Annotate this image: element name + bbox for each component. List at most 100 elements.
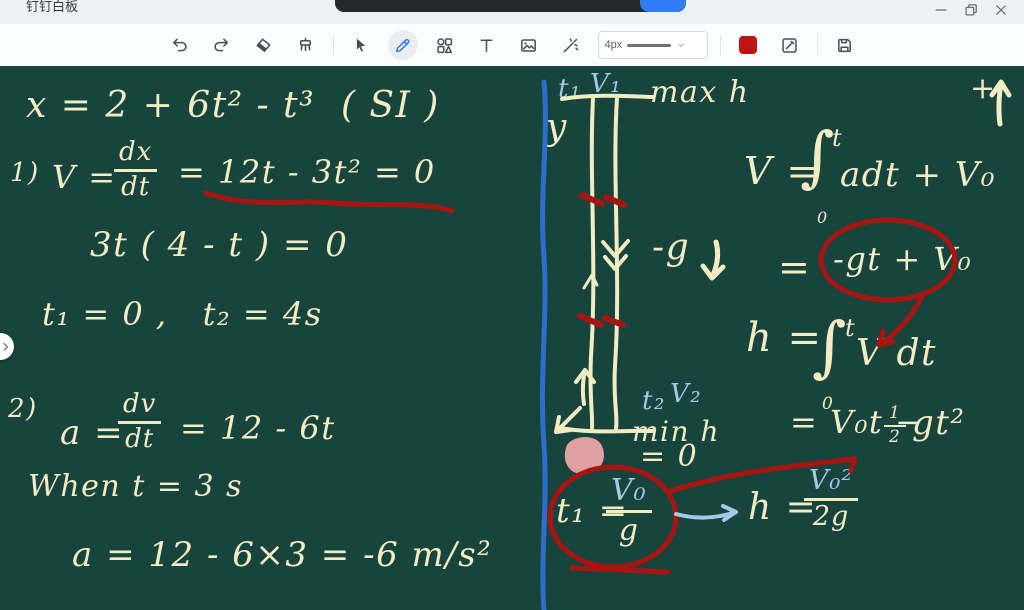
whiteboard-canvas[interactable]: x = 2 + 6t² - t³ ( SI ) 1) V = = 12t - 3t² … <box>0 66 1024 610</box>
label-part-2: 2) <box>8 396 38 422</box>
stroke-size-dropdown[interactable]: 4px <box>598 31 708 59</box>
window-controls <box>932 1 1010 19</box>
diagram-right-line <box>615 98 618 428</box>
eq-v-result-equals: = <box>778 248 811 286</box>
annotate-button[interactable] <box>775 30 805 60</box>
implies-arrow <box>676 506 736 520</box>
integral-upper-1: t <box>832 126 843 150</box>
save-icon <box>839 39 850 51</box>
pen-button[interactable] <box>388 30 418 60</box>
chevron-right-icon <box>0 340 12 353</box>
select-button[interactable] <box>346 30 376 60</box>
corner-down-left-arrow <box>556 408 580 432</box>
restore-icon <box>962 1 980 19</box>
red-underline-t1-eq <box>572 568 668 572</box>
redo-button[interactable] <box>207 30 237 60</box>
frac-v0sq-over-2g: V₀²2g <box>804 466 858 532</box>
text-button[interactable] <box>472 30 502 60</box>
image-button[interactable] <box>514 30 544 60</box>
laser-pointer-icon <box>564 39 577 52</box>
integral-lower-1: 0 <box>817 210 829 226</box>
label-equals-zero: = 0 <box>640 442 698 472</box>
label-max-h: max h <box>650 78 750 108</box>
stroke-size-value: 4px <box>605 39 623 51</box>
frac-v0-over-g: V₀g <box>606 474 652 547</box>
pen-icon <box>397 39 409 51</box>
save-button[interactable] <box>830 30 860 60</box>
vertical-axis-blue-line <box>542 82 545 610</box>
laser-pointer-button[interactable] <box>556 30 586 60</box>
eraser-icon <box>257 39 269 51</box>
label-t2: t₂ <box>642 388 666 414</box>
eq-accel-value: a = 12 - 6×3 = -6 m/s² <box>72 538 492 572</box>
underline-velocity-eq <box>206 193 452 211</box>
down-chevron-2 <box>605 256 626 269</box>
shapes-button[interactable] <box>430 30 460 60</box>
image-icon <box>522 39 535 50</box>
window-title: 钉钉白板 <box>26 0 78 16</box>
color-swatch-button[interactable] <box>733 30 763 60</box>
integral-upper-2: t <box>845 316 856 340</box>
red-tick-2-right <box>605 318 623 325</box>
text-icon <box>481 40 491 51</box>
stroke-preview-line <box>627 44 671 47</box>
eq-v-result: -gt + V₀ <box>833 243 972 275</box>
close-button[interactable] <box>992 1 1010 19</box>
clear-board-button[interactable] <box>291 30 321 60</box>
cursor-icon <box>357 38 365 51</box>
eq-position: x = 2 + 6t² - t³ ( SI ) <box>26 88 440 124</box>
caret-down-icon <box>676 40 686 50</box>
pink-blob <box>565 437 604 474</box>
share-bar-button[interactable] <box>640 0 686 12</box>
eq-velocity-lhs: V = <box>52 161 117 193</box>
red-tick-1-left <box>582 195 602 204</box>
eq-accel-rhs: = 12 - 6t <box>180 412 336 444</box>
label-t1: t₁ <box>558 76 582 102</box>
screen-share-bar <box>335 0 686 12</box>
panel-expand-button[interactable] <box>0 333 14 360</box>
shapes-icon <box>438 39 451 52</box>
eq-velocity-rhs: = 12t - 3t² = 0 <box>178 156 436 188</box>
eq-h-expanded-tail: gt² <box>912 406 966 440</box>
toolbar-divider <box>720 35 721 55</box>
clear-board-icon <box>301 38 311 50</box>
up-arrow <box>576 370 594 404</box>
frac-dx-dt: dxdt <box>114 138 157 202</box>
annotate-icon <box>783 39 796 52</box>
integral-sign-1: ∫ <box>800 124 836 190</box>
toolbar-divider <box>333 35 334 55</box>
label-minus-g: -g <box>652 230 690 266</box>
toolbar: 4px <box>0 24 1024 66</box>
label-part-1: 1) <box>10 160 40 186</box>
frac-dv-dt: dvdt <box>118 390 161 454</box>
label-y-axis: y <box>546 110 568 146</box>
integral-sign-2: ∫ <box>812 314 848 380</box>
left-line-caret <box>584 275 597 288</box>
red-tick-1-right <box>606 197 624 205</box>
eq-roots: t₁ = 0 , t₂ = 4s <box>42 298 323 330</box>
gravity-down-arrow <box>703 242 723 278</box>
minimize-icon <box>932 1 950 19</box>
down-chevron-1 <box>603 241 628 256</box>
label-plus-axis: + <box>970 74 997 104</box>
undo-button[interactable] <box>165 30 195 60</box>
red-tick-2-left <box>580 316 601 325</box>
eq-accel-lhs: a = <box>60 416 124 450</box>
label-v1: V₁ <box>590 71 622 97</box>
eq-when: When t = 3 s <box>28 472 243 502</box>
redo-icon <box>215 39 227 50</box>
toolbar-divider <box>817 35 818 55</box>
eq-factored: 3t ( 4 - t ) = 0 <box>90 228 348 262</box>
minimize-button[interactable] <box>932 1 950 19</box>
eq-h-integral-rhs: V dt <box>856 336 937 372</box>
restore-button[interactable] <box>962 1 980 19</box>
label-v2: V₂ <box>670 381 702 407</box>
close-icon <box>992 1 1010 19</box>
diagram-left-line <box>590 98 593 428</box>
whiteboard-app: 钉钉白板 <box>0 0 1024 610</box>
eraser-button[interactable] <box>249 30 279 60</box>
color-swatch-chip <box>739 36 757 54</box>
undo-icon <box>174 39 186 50</box>
eq-v-integral-rhs: adt + V₀ <box>840 158 996 192</box>
frac-one-half: 12 <box>884 404 906 447</box>
